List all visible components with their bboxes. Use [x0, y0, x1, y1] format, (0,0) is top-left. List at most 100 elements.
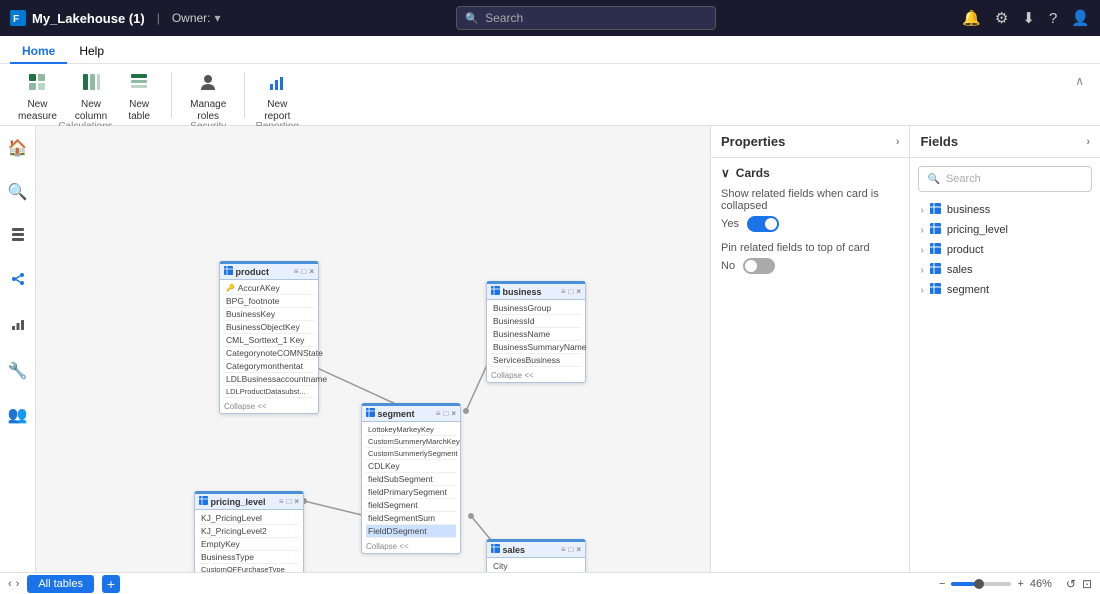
field-item-product[interactable]: › product	[910, 240, 1100, 260]
fields-search[interactable]: 🔍 Search	[918, 166, 1092, 192]
field-item-segment[interactable]: › segment	[910, 280, 1100, 300]
expand-arrow: ›	[920, 265, 923, 276]
card-header-sales: sales ≡□×	[487, 542, 585, 558]
card-header-pricing-level: pricing_level ≡□×	[195, 494, 303, 510]
field-item-pricing-level[interactable]: › pricing_level	[910, 220, 1100, 240]
card-body-segment: LottokeyMarkeyKey CustomSummeryMarchKey …	[362, 422, 460, 540]
user-icon[interactable]: 👤	[1071, 9, 1090, 27]
canvas-area[interactable]: product ≡□× 🔑AccurAKey BPG_footnote Busi…	[36, 126, 710, 572]
owner-label: Owner: ▾	[172, 11, 221, 25]
card-footer-business[interactable]: Collapse <<	[487, 369, 585, 382]
manage-roles-icon	[198, 72, 218, 97]
ribbon-collapse-button[interactable]: ∧	[1069, 68, 1090, 94]
manage-roles-button[interactable]: Manageroles	[182, 68, 234, 120]
expand-arrow: ›	[920, 225, 923, 236]
tab-help[interactable]: Help	[67, 40, 116, 64]
main-area: 🏠 🔍 🔧 👥	[0, 126, 1100, 572]
ribbon-group-security: Manageroles Security	[182, 68, 234, 122]
pin-related-toggle-label: No	[721, 260, 735, 272]
expand-arrow: ›	[920, 205, 923, 216]
new-column-button[interactable]: Newcolumn	[67, 68, 115, 120]
fields-search-placeholder: Search	[946, 173, 981, 185]
table-icon	[930, 283, 941, 297]
show-related-label: Show related fields when card is collaps…	[721, 188, 899, 212]
ribbon: Home Help Newmeasure Newcolumn	[0, 36, 1100, 126]
download-icon[interactable]: ⬇	[1022, 9, 1035, 27]
properties-panel: Properties › ∨ Cards Show related fields…	[711, 126, 910, 572]
chevron-down-icon[interactable]: ▾	[215, 11, 221, 25]
add-tab-button[interactable]: +	[102, 575, 120, 593]
new-report-button[interactable]: Newreport	[255, 68, 299, 120]
new-column-icon	[81, 72, 101, 97]
new-measure-button[interactable]: Newmeasure	[10, 68, 65, 120]
search-sidebar-icon[interactable]: 🔍	[4, 178, 32, 206]
table-icon	[930, 203, 941, 217]
card-header-product: product ≡□×	[220, 264, 318, 280]
people-sidebar-icon[interactable]: 👥	[4, 401, 32, 429]
model-sidebar-icon[interactable]	[6, 267, 30, 296]
card-header-segment: segment ≡□×	[362, 406, 460, 422]
data-sidebar-icon[interactable]	[6, 222, 30, 251]
card-body-sales: City State price table time	[487, 558, 585, 572]
gear-icon[interactable]: ⚙	[995, 9, 1008, 27]
home-sidebar-icon[interactable]: 🏠	[4, 134, 32, 162]
table-icon	[224, 266, 233, 275]
new-table-button[interactable]: Newtable	[117, 68, 161, 120]
topbar: F My_Lakehouse (1) | Owner: ▾ 🔍 Search 🔔…	[0, 0, 1100, 36]
zoom-minus-button[interactable]: −	[939, 578, 945, 590]
table-card-business[interactable]: business ≡□× BusinessGroup BusinessId Bu…	[486, 281, 586, 383]
field-item-sales[interactable]: › sales	[910, 260, 1100, 280]
all-tables-tab[interactable]: All tables	[27, 575, 94, 593]
show-related-toggle[interactable]	[747, 216, 779, 232]
table-icon	[491, 544, 500, 553]
card-body-business: BusinessGroup BusinessId BusinessName Bu…	[487, 300, 585, 369]
new-report-label: Newreport	[264, 99, 290, 123]
property-show-related: Show related fields when card is collaps…	[721, 188, 899, 232]
pin-related-label: Pin related fields to top of card	[721, 242, 899, 254]
nav-right-button[interactable]: ›	[16, 578, 20, 590]
right-panels: Properties › ∨ Cards Show related fields…	[710, 126, 1100, 572]
svg-text:F: F	[13, 14, 19, 25]
cards-section-header[interactable]: ∨ Cards	[711, 158, 909, 184]
question-icon[interactable]: ?	[1049, 10, 1057, 27]
table-card-segment[interactable]: segment ≡□× LottokeyMarkeyKey CustomSumm…	[361, 403, 461, 554]
fields-tree: › business › pricing_level ›	[910, 200, 1100, 300]
table-card-pricing-level[interactable]: pricing_level ≡□× KJ_PricingLevel KJ_Pri…	[194, 491, 304, 572]
card-footer-segment[interactable]: Collapse <<	[362, 540, 460, 553]
report-sidebar-icon[interactable]	[6, 312, 30, 341]
zoom-slider[interactable]	[951, 582, 1011, 586]
app-title: F My_Lakehouse (1)	[10, 10, 145, 26]
fit-view-button[interactable]: ⊡	[1082, 577, 1092, 591]
zoom-controls: − + 46% ↺ ⊡	[939, 577, 1092, 591]
properties-expand-arrow[interactable]: ›	[896, 136, 900, 148]
ribbon-group-reporting: Newreport Reporting	[255, 68, 299, 122]
filter-sidebar-icon[interactable]: 🔧	[4, 357, 32, 385]
topbar-search[interactable]: 🔍 Search	[456, 6, 716, 30]
card-footer-product[interactable]: Collapse <<	[220, 400, 318, 413]
new-measure-icon	[27, 72, 47, 97]
table-icon	[930, 263, 941, 277]
table-icon	[199, 496, 208, 505]
zoom-value: 46%	[1030, 578, 1060, 590]
divider-1	[171, 72, 172, 118]
field-item-business[interactable]: › business	[910, 200, 1100, 220]
table-card-product[interactable]: product ≡□× 🔑AccurAKey BPG_footnote Busi…	[219, 261, 319, 414]
pin-related-toggle[interactable]	[743, 258, 775, 274]
zoom-plus-button[interactable]: +	[1017, 578, 1023, 590]
properties-panel-header: Properties ›	[711, 126, 909, 158]
fields-expand-arrow[interactable]: ›	[1086, 136, 1090, 148]
properties-section-content: Show related fields when card is collaps…	[711, 184, 909, 288]
expand-arrow: ›	[920, 245, 923, 256]
nav-left-button[interactable]: ‹	[8, 578, 12, 590]
fabric-icon: F	[10, 10, 26, 26]
toggle-knob-2	[745, 260, 757, 272]
bell-icon[interactable]: 🔔	[962, 9, 981, 27]
property-pin-related: Pin related fields to top of card No	[721, 242, 899, 274]
expand-arrow: ›	[920, 285, 923, 296]
table-card-sales[interactable]: sales ≡□× City State price table time Co…	[486, 539, 586, 572]
table-icon	[491, 286, 500, 295]
tab-home[interactable]: Home	[10, 40, 67, 64]
reset-zoom-button[interactable]: ↺	[1066, 577, 1076, 591]
table-icon	[930, 243, 941, 257]
left-sidebar: 🏠 🔍 🔧 👥	[0, 126, 36, 572]
